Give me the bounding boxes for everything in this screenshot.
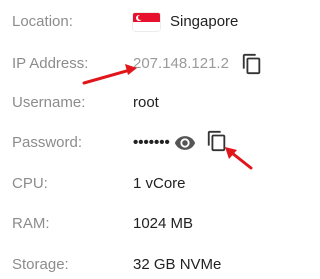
copy-ip-icon[interactable] [241,53,263,80]
location-row: Location: Singapore [0,10,284,34]
ram-value: 1024 MB [133,215,194,232]
eye-icon[interactable] [174,132,196,159]
ip-address-label: IP Address: [12,55,89,72]
username-value[interactable]: root [133,91,159,115]
ram-row: RAM: 1024 MB [0,212,284,236]
password-label: Password: [12,134,83,151]
location-label: Location: [12,13,73,30]
singapore-flag-icon [133,13,160,31]
ip-address-value[interactable]: 207.148.121.2 [133,52,229,76]
ip-address-row: IP Address: 207.148.121.2 [0,52,284,76]
location-value: Singapore [170,13,239,30]
password-value: ••••••• [133,134,170,151]
storage-row: Storage: 32 GB NVMe [0,253,284,277]
storage-value: 32 GB NVMe [133,256,222,273]
username-label: Username: [12,94,86,111]
cpu-value: 1 vCore [133,175,186,192]
username-row: Username: root [0,91,284,115]
cpu-label: CPU: [12,175,48,192]
ram-label: RAM: [12,215,50,232]
copy-password-icon[interactable] [206,130,228,157]
password-row: Password: ••••••• [0,130,284,157]
storage-label: Storage: [12,256,69,273]
cpu-row: CPU: 1 vCore [0,172,284,196]
